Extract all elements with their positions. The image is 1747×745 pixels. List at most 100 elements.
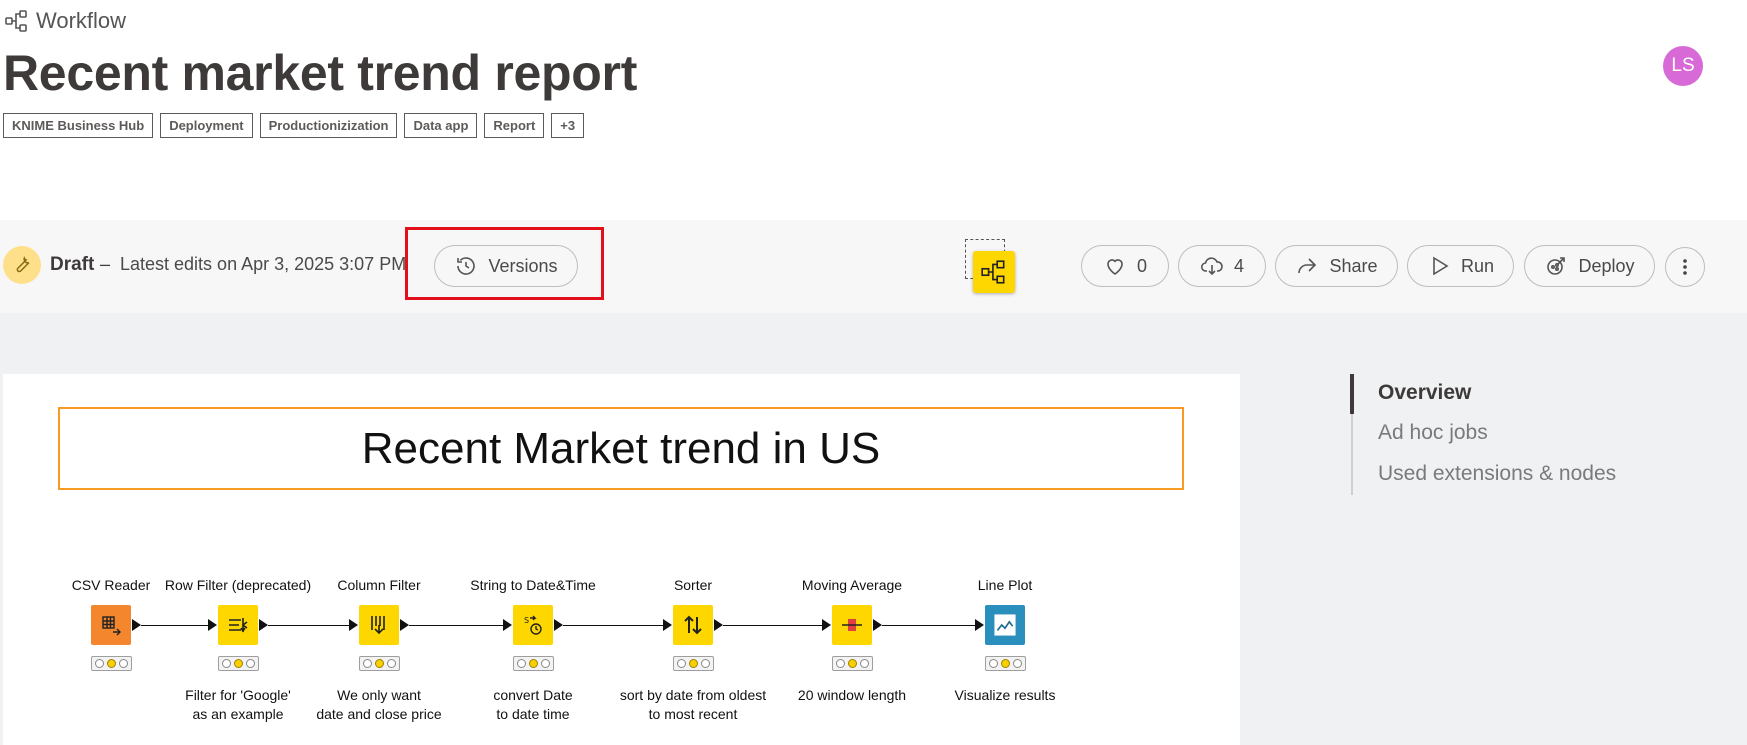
output-port[interactable]: [714, 619, 723, 631]
breadcrumb-label: Workflow: [36, 8, 127, 33]
node-status-indicator: [218, 656, 259, 671]
side-nav-overview[interactable]: Overview: [1378, 381, 1471, 405]
page-title: Recent market trend report: [3, 45, 638, 101]
side-nav-used-extensions[interactable]: Used extensions & nodes: [1378, 462, 1616, 486]
status-light: [222, 659, 231, 668]
node-description: 20 window length: [798, 686, 906, 705]
status-light: [246, 659, 255, 668]
workflow-annotation: Recent Market trend in US: [58, 407, 1184, 490]
deploy-button[interactable]: Deploy: [1524, 245, 1655, 287]
draft-status: Draft: [50, 254, 95, 275]
column-filter-icon: [367, 613, 391, 637]
download-count: 4: [1233, 255, 1244, 276]
status-light: [689, 659, 698, 668]
connection-line: [723, 625, 822, 626]
side-nav-active-indicator: [1350, 374, 1354, 414]
node-description-line: We only want: [337, 687, 421, 703]
workflow-node[interactable]: [985, 605, 1025, 645]
workflow-component-icon[interactable]: [973, 251, 1015, 293]
input-port[interactable]: [503, 619, 512, 631]
node-description-line: Filter for 'Google': [185, 687, 291, 703]
connection-line: [268, 625, 349, 626]
draft-icon: [3, 246, 41, 284]
more-vertical-icon: [1683, 259, 1687, 275]
status-light: [234, 659, 243, 668]
status-light: [107, 659, 116, 668]
workflow-node[interactable]: [832, 605, 872, 645]
download-button[interactable]: 4: [1178, 245, 1266, 287]
node-description-line: date and close price: [316, 706, 442, 722]
tag[interactable]: KNIME Business Hub: [3, 113, 154, 138]
node-description: We only want date and close price: [316, 686, 441, 724]
tag[interactable]: Deployment: [160, 113, 253, 138]
workflow-node[interactable]: [673, 605, 713, 645]
node-title: Line Plot: [977, 577, 1033, 593]
workflow-node[interactable]: [359, 605, 399, 645]
node-status-indicator: [832, 656, 873, 671]
node-title: String to Date&Time: [470, 577, 596, 593]
heart-icon: [1107, 259, 1123, 275]
tag[interactable]: Report: [484, 113, 545, 138]
csv-reader-icon: [99, 613, 123, 637]
highlight-box: [405, 227, 604, 300]
status-light: [119, 659, 128, 668]
status-separator: –: [100, 254, 111, 274]
node-title: Moving Average: [801, 577, 903, 593]
deploy-icon: [1547, 257, 1566, 275]
status-light: [701, 659, 710, 668]
status-light: [1001, 659, 1010, 668]
status-light: [677, 659, 686, 668]
status-light: [848, 659, 857, 668]
input-port[interactable]: [663, 619, 672, 631]
node-title: Column Filter: [337, 577, 421, 593]
workflow-node[interactable]: [218, 605, 258, 645]
node-title: Sorter: [673, 577, 713, 593]
node-description-line: as an example: [192, 706, 284, 722]
input-port[interactable]: [349, 619, 358, 631]
input-port[interactable]: [208, 619, 217, 631]
node-status-indicator: [985, 656, 1026, 671]
run-label: Run: [1460, 255, 1495, 276]
more-options-button[interactable]: [1665, 247, 1705, 287]
string-to-date-icon: S: [521, 613, 545, 637]
output-port[interactable]: [873, 619, 882, 631]
share-icon: [1298, 258, 1317, 274]
node-description-line: to most recent: [648, 706, 738, 722]
share-button[interactable]: Share: [1275, 245, 1398, 287]
status-light: [517, 659, 526, 668]
workflow-node[interactable]: [91, 605, 131, 645]
status-light: [860, 659, 869, 668]
connection-line: [409, 625, 503, 626]
tag[interactable]: Productionizization: [259, 113, 398, 138]
workflow-node[interactable]: S: [513, 605, 553, 645]
sorter-icon: [681, 613, 705, 637]
node-status-indicator: [513, 656, 554, 671]
connection-line: [141, 625, 208, 626]
status-light: [363, 659, 372, 668]
deploy-label: Deploy: [1578, 255, 1635, 276]
svg-text:S: S: [524, 616, 529, 625]
status-light: [95, 659, 104, 668]
input-port[interactable]: [975, 619, 984, 631]
status-light: [375, 659, 384, 668]
connection-line: [882, 625, 975, 626]
output-port[interactable]: [132, 619, 141, 631]
input-port[interactable]: [822, 619, 831, 631]
workflow-icon: [5, 10, 27, 32]
more-tags-button[interactable]: +3: [551, 113, 585, 138]
node-description-line: Visualize results: [954, 687, 1056, 703]
output-port[interactable]: [259, 619, 268, 631]
like-button[interactable]: 0: [1081, 245, 1169, 287]
node-status-indicator: [673, 656, 714, 671]
play-icon: [1433, 256, 1449, 276]
run-button[interactable]: Run: [1407, 245, 1514, 287]
side-nav-ad-hoc-jobs[interactable]: Ad hoc jobs: [1378, 421, 1488, 445]
output-port[interactable]: [554, 619, 563, 631]
node-status-indicator: [91, 656, 132, 671]
output-port[interactable]: [400, 619, 409, 631]
tag[interactable]: Data app: [404, 113, 478, 138]
node-description-line: to date time: [496, 706, 570, 722]
avatar[interactable]: LS: [1663, 46, 1703, 86]
node-title: Row Filter (deprecated): [164, 577, 312, 593]
connection-line: [563, 625, 663, 626]
